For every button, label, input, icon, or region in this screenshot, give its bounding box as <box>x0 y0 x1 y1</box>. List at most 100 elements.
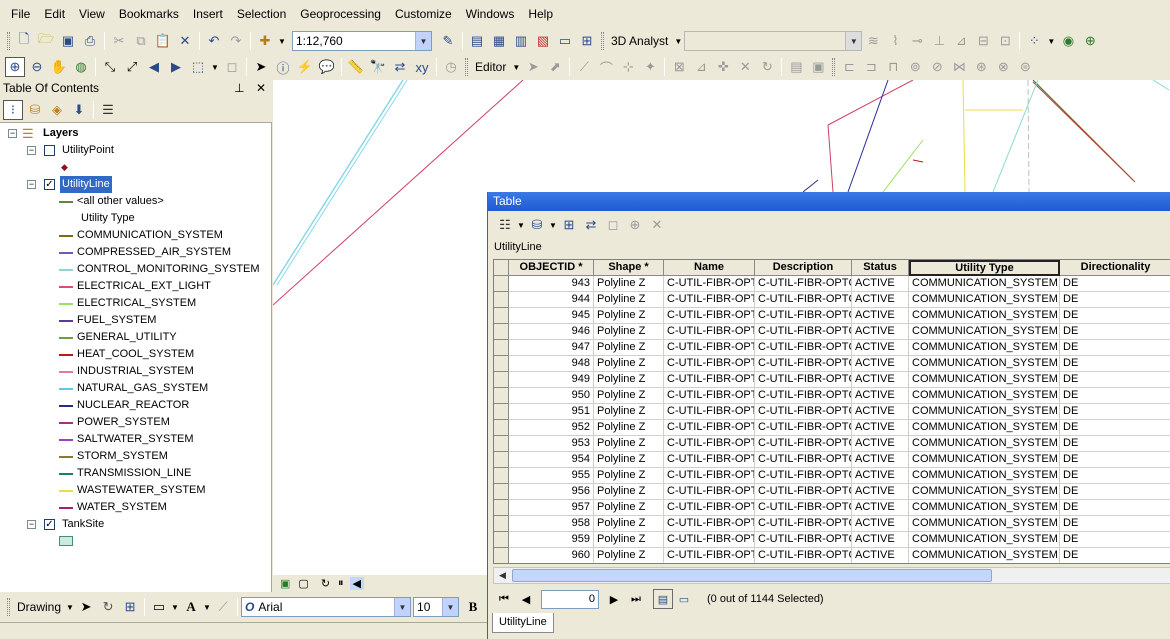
menu-bookmarks[interactable]: Bookmarks <box>112 0 186 28</box>
tank-site-checkbox[interactable]: ✓ <box>44 519 55 530</box>
chevron-down-icon[interactable]: ▼ <box>66 597 74 617</box>
table-cell[interactable]: DE <box>1060 420 1170 436</box>
table-cell[interactable]: C-UTIL-FIBR-OPTC <box>755 356 852 372</box>
table-cell[interactable]: 943 <box>509 276 594 292</box>
table-row[interactable]: 948 Polyline Z C-UTIL-FIBR-OPT C-UTIL-FIBR-… <box>494 356 1170 372</box>
table-cell[interactable]: ACTIVE <box>852 292 909 308</box>
row-selector[interactable] <box>494 340 509 356</box>
table-cell[interactable]: Polyline Z <box>594 356 664 372</box>
arcglobe-icon[interactable]: ⊕ <box>1080 31 1100 51</box>
map-feature-line[interactable] <box>882 139 924 193</box>
row-selector[interactable] <box>494 388 509 404</box>
refresh-icon[interactable]: ↻ <box>321 577 330 590</box>
table-cell[interactable]: Polyline Z <box>594 548 664 563</box>
menu-selection[interactable]: Selection <box>230 0 293 28</box>
table-cell[interactable]: C-UTIL-FIBR-OPT <box>664 548 755 563</box>
python-window-icon[interactable]: ▭ <box>555 31 575 51</box>
table-cell[interactable]: 955 <box>509 468 594 484</box>
select-elements-icon[interactable]: ➤ <box>251 57 271 77</box>
georef-scale-icon[interactable]: ⋈ <box>949 57 969 77</box>
table-cell[interactable]: Polyline Z <box>594 468 664 484</box>
reshape-icon[interactable]: ⊿ <box>691 57 711 77</box>
table-cell[interactable]: DE <box>1060 532 1170 548</box>
legend-item-label[interactable]: GENERAL_UTILITY <box>77 329 177 346</box>
table-cell[interactable]: Polyline Z <box>594 484 664 500</box>
time-slider-icon[interactable]: ◷ <box>441 57 461 77</box>
data-view-icon[interactable]: ▣ <box>280 577 290 590</box>
layer-utility-point[interactable]: UtilityPoint <box>62 142 114 159</box>
layers-root[interactable]: Layers <box>43 125 78 142</box>
table-cell[interactable]: DE <box>1060 452 1170 468</box>
collapse-icon[interactable]: − <box>27 146 36 155</box>
legend-item-label[interactable]: TRANSMISSION_LINE <box>77 465 191 482</box>
map-feature-line[interactable] <box>912 159 924 163</box>
table-cell[interactable]: 946 <box>509 324 594 340</box>
edit-tool-icon[interactable]: ➤ <box>523 57 543 77</box>
rectangle-icon[interactable]: ▭ <box>149 597 169 617</box>
table-cell[interactable]: Polyline Z <box>594 324 664 340</box>
chevron-down-icon[interactable]: ▼ <box>442 598 459 616</box>
find-icon[interactable]: 🔭 <box>368 57 388 77</box>
table-row[interactable]: 956 Polyline Z C-UTIL-FIBR-OPT C-UTIL-FIBR-… <box>494 484 1170 500</box>
chevron-down-icon[interactable]: ▼ <box>415 32 431 50</box>
column-header-status[interactable]: Status <box>852 260 909 276</box>
profile-graph-icon[interactable]: ⊡ <box>995 31 1015 51</box>
legend-item-label[interactable]: NUCLEAR_REACTOR <box>77 397 189 414</box>
table-cell[interactable]: COMMUNICATION_SYSTEM <box>909 484 1060 500</box>
map-feature-line[interactable] <box>992 80 1039 193</box>
column-header-utility-type[interactable]: Utility Type <box>909 260 1060 276</box>
table-cell[interactable]: ACTIVE <box>852 532 909 548</box>
row-selector[interactable] <box>494 372 509 388</box>
table-cell[interactable]: 960 <box>509 548 594 563</box>
table-cell[interactable]: DE <box>1060 372 1170 388</box>
add-data-icon[interactable]: ✚ <box>255 31 275 51</box>
table-cell[interactable]: DE <box>1060 436 1170 452</box>
menu-geoprocessing[interactable]: Geoprocessing <box>293 0 388 28</box>
table-cell[interactable]: DE <box>1060 292 1170 308</box>
table-cell[interactable]: Polyline Z <box>594 292 664 308</box>
collapse-icon[interactable]: − <box>27 520 36 529</box>
record-number-input[interactable]: 0 <box>541 589 599 609</box>
table-cell[interactable]: C-UTIL-FIBR-OPT <box>664 532 755 548</box>
table-cell[interactable]: COMMUNICATION_SYSTEM <box>909 436 1060 452</box>
zoom-to-selected-icon[interactable]: ⊕ <box>625 215 645 235</box>
table-cell[interactable]: COMMUNICATION_SYSTEM <box>909 548 1060 563</box>
table-cell[interactable]: C-UTIL-FIBR-OPTC <box>755 404 852 420</box>
next-record-icon[interactable]: ▶ <box>603 589 625 609</box>
map-feature-line[interactable] <box>273 80 524 306</box>
table-cell[interactable]: C-UTIL-FIBR-OPT <box>664 388 755 404</box>
table-cell[interactable]: COMMUNICATION_SYSTEM <box>909 468 1060 484</box>
legend-item-label[interactable]: SALTWATER_SYSTEM <box>77 431 194 448</box>
edit-vertices-icon[interactable]: ⊠ <box>669 57 689 77</box>
redo-icon[interactable]: ↷ <box>226 31 246 51</box>
print-icon[interactable]: ⎙ <box>80 31 100 51</box>
table-cell[interactable]: ACTIVE <box>852 372 909 388</box>
table-cell[interactable]: ACTIVE <box>852 436 909 452</box>
hyperlink-icon[interactable]: ⚡ <box>295 57 315 77</box>
switch-selection-icon[interactable]: ⇄ <box>581 215 601 235</box>
table-cell[interactable]: COMMUNICATION_SYSTEM <box>909 308 1060 324</box>
table-cell[interactable]: COMMUNICATION_SYSTEM <box>909 276 1060 292</box>
row-selector[interactable] <box>494 356 509 372</box>
table-row[interactable]: 952 Polyline Z C-UTIL-FIBR-OPT C-UTIL-FIBR-… <box>494 420 1170 436</box>
table-row[interactable]: 944 Polyline Z C-UTIL-FIBR-OPT C-UTIL-FIBR-… <box>494 292 1170 308</box>
split-icon[interactable]: ✕ <box>735 57 755 77</box>
table-cell[interactable]: 956 <box>509 484 594 500</box>
table-options-icon[interactable]: ☷ <box>495 215 515 235</box>
map-feature-line[interactable] <box>276 80 408 286</box>
table-cell[interactable]: C-UTIL-FIBR-OPT <box>664 500 755 516</box>
table-cell[interactable]: C-UTIL-FIBR-OPT <box>664 308 755 324</box>
column-header-description[interactable]: Description <box>755 260 852 276</box>
table-cell[interactable]: C-UTIL-FIBR-OPT <box>664 340 755 356</box>
row-selector[interactable] <box>494 420 509 436</box>
legend-item-label[interactable]: STORM_SYSTEM <box>77 448 168 465</box>
table-cell[interactable]: COMMUNICATION_SYSTEM <box>909 356 1060 372</box>
table-cell[interactable]: ACTIVE <box>852 452 909 468</box>
row-selector[interactable] <box>494 324 509 340</box>
text-icon[interactable]: A <box>181 597 201 617</box>
forward-extent-icon[interactable]: ▶ <box>166 57 186 77</box>
rotate-icon[interactable]: ↻ <box>98 597 118 617</box>
table-tab-utility-line[interactable]: UtilityLine <box>492 613 554 633</box>
table-cell[interactable]: Polyline Z <box>594 420 664 436</box>
table-cell[interactable]: Polyline Z <box>594 532 664 548</box>
